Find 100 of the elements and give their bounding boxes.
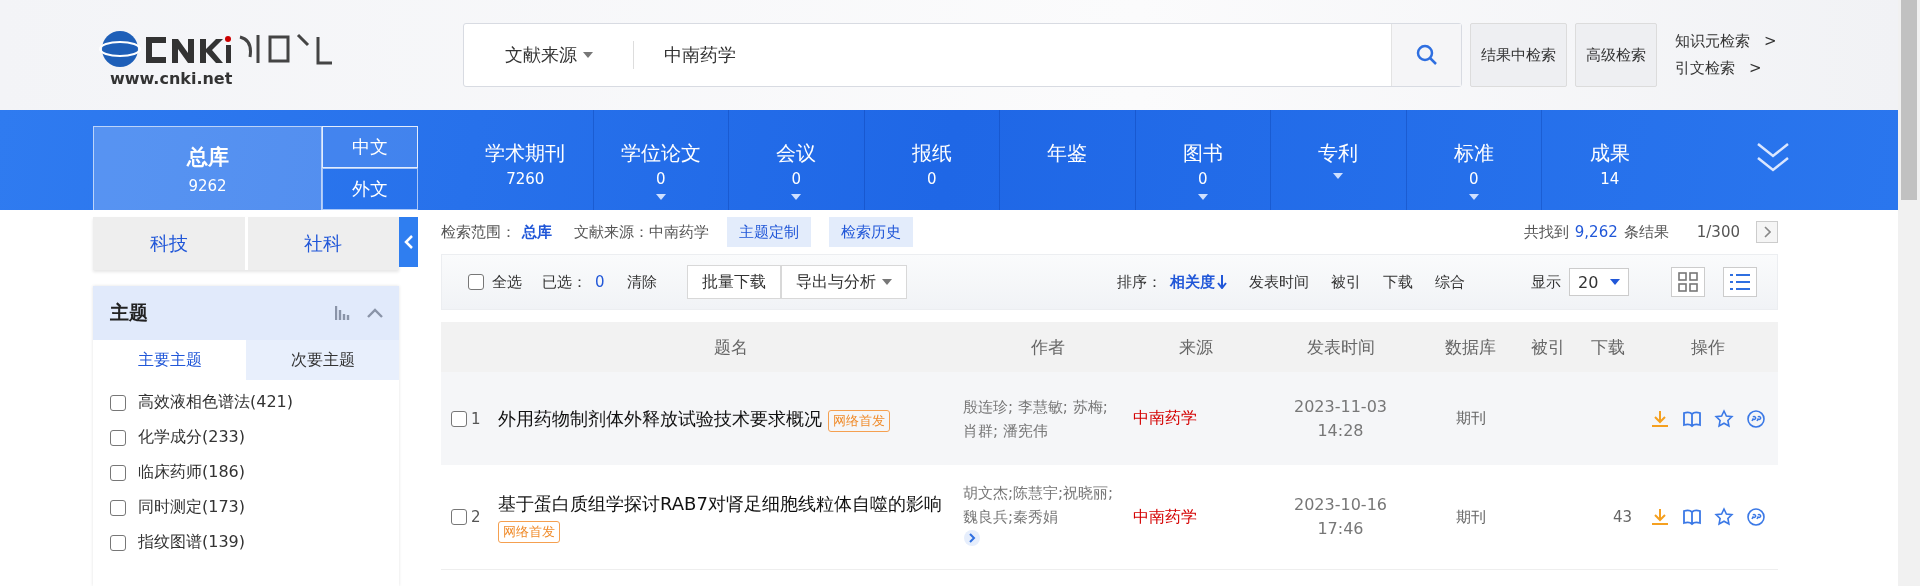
publish-date: 2023-11-03 14:28 xyxy=(1293,395,1388,442)
bar-chart-icon[interactable] xyxy=(335,306,352,320)
column-header: 操作 xyxy=(1690,335,1726,359)
filter-chip[interactable]: 主题定制 xyxy=(727,217,811,247)
selected-label: 已选： xyxy=(542,272,587,292)
view-toggle-button[interactable] xyxy=(1671,267,1705,297)
arrow-down-icon xyxy=(1217,275,1227,289)
selected-count: 0 xyxy=(595,273,605,291)
view-toggle-button[interactable] xyxy=(1723,267,1757,297)
database-tab[interactable]: 标准 0 xyxy=(1406,110,1542,210)
logo-url: www.cnki.net xyxy=(110,68,234,88)
author-list[interactable]: 殷连珍; 李慧敏; 苏梅; 肖群; 潘宪伟 xyxy=(963,394,1123,443)
caret-icon xyxy=(1333,173,1344,179)
search-field[interactable]: 文献来源 中南药学 xyxy=(463,23,1462,87)
collapse-icon[interactable] xyxy=(367,308,384,318)
download-icon[interactable] xyxy=(1650,408,1670,429)
collapse-sidebar-button[interactable] xyxy=(399,217,418,267)
star-icon[interactable] xyxy=(1714,507,1734,527)
facet-tab[interactable]: 主要主题 xyxy=(93,340,247,380)
batch-download-button[interactable]: 批量下载 xyxy=(686,265,781,299)
search-option-button[interactable]: 高级检索 xyxy=(1575,23,1657,87)
search-button[interactable] xyxy=(1391,24,1461,86)
filter-chip[interactable]: 检索历史 xyxy=(829,217,913,247)
search-option-button[interactable]: 结果中检索 xyxy=(1470,23,1567,87)
column-header: 被引 xyxy=(1530,335,1566,359)
row-checkbox[interactable] xyxy=(451,509,467,525)
facet-tab[interactable]: 次要主题 xyxy=(246,340,400,380)
next-page-button[interactable] xyxy=(1756,221,1778,243)
scrollbar[interactable] xyxy=(1898,0,1920,586)
search-link[interactable]: 知识元检索 > xyxy=(1675,32,1777,51)
database-tab[interactable]: 成果 14 xyxy=(1542,110,1678,210)
result-count-suffix: 条结果 xyxy=(1623,222,1669,242)
facet-option[interactable]: 临床药师(186) xyxy=(110,462,383,483)
search-icon xyxy=(1414,43,1439,67)
caret-icon xyxy=(655,194,666,200)
source-filter: 文献来源：中南药学 xyxy=(574,222,709,242)
display-label: 显示 xyxy=(1531,272,1561,292)
facet-title: 主题 xyxy=(110,300,149,325)
database-cell-text: 期刊 xyxy=(1454,507,1487,527)
result-count: 9,262 xyxy=(1574,223,1618,241)
row-number: 1 xyxy=(471,409,481,428)
database-tab[interactable]: 图书 0 xyxy=(1135,110,1271,210)
grid-icon xyxy=(1678,272,1698,292)
facet-option[interactable]: 同时测定(173) xyxy=(110,497,383,518)
source-link[interactable]: 中南药学 xyxy=(1133,506,1258,528)
search-link[interactable]: 引文检索 > xyxy=(1675,59,1777,78)
facet-option[interactable]: 高效液相色谱法(421) xyxy=(110,392,383,413)
page-size-select[interactable]: 20 xyxy=(1569,268,1629,296)
book-icon[interactable] xyxy=(1682,507,1702,527)
result-count-label: 共找到 xyxy=(1523,222,1569,242)
sort-option[interactable]: 被引 xyxy=(1331,272,1361,292)
facet-option[interactable]: 指纹图谱(139) xyxy=(110,532,383,553)
database-tab[interactable]: 报纸 0 xyxy=(864,110,1000,210)
select-all-checkbox[interactable] xyxy=(468,274,484,290)
database-tab[interactable]: 学术期刊 7260 xyxy=(458,110,594,210)
discipline-tab[interactable]: 社科 xyxy=(247,217,400,270)
chevron-left-icon xyxy=(403,234,414,250)
caret-icon xyxy=(1197,194,1208,200)
sort-option[interactable]: 下载 xyxy=(1383,272,1413,292)
caret-icon xyxy=(791,194,802,200)
language-tab[interactable]: 外文 xyxy=(322,168,418,210)
chevron-right-icon xyxy=(1763,226,1771,238)
column-header: 下载 xyxy=(1590,335,1626,359)
sort-option[interactable]: 综合 xyxy=(1435,272,1465,292)
download-icon[interactable] xyxy=(1650,507,1670,527)
article-title-link[interactable]: 外用药物制剂体外释放试验技术要求概况 xyxy=(498,407,822,429)
select-all-label: 全选 xyxy=(492,272,522,292)
discipline-tab[interactable]: 科技 xyxy=(93,217,245,270)
source-link[interactable]: 中南药学 xyxy=(1133,408,1258,429)
article-title-link[interactable]: 基于蛋白质组学探讨RAB7对肾足细胞线粒体自噬的影响 xyxy=(498,493,942,514)
database-tab[interactable]: 年鉴 xyxy=(1000,110,1136,210)
list-icon xyxy=(1729,273,1751,291)
author-list[interactable]: 胡文杰;陈慧宇;祝晓丽;魏良兵;秦秀娟 xyxy=(963,480,1123,529)
database-tab[interactable]: 会议 0 xyxy=(729,110,865,210)
caret-icon xyxy=(1468,194,1479,200)
publish-date: 2023-10-16 17:46 xyxy=(1293,494,1388,540)
facet-option[interactable]: 化学成分(233) xyxy=(110,427,383,448)
online-first-tag: 网络首发 xyxy=(827,409,890,432)
download-count: 43 xyxy=(1611,508,1633,526)
language-tab[interactable]: 中文 xyxy=(322,126,418,168)
clear-link[interactable]: 清除 xyxy=(626,272,657,292)
more-authors-icon[interactable] xyxy=(963,528,981,547)
column-header: 来源 xyxy=(1177,335,1214,359)
database-tab[interactable]: 学位论文 0 xyxy=(593,110,729,210)
database-tab[interactable]: 专利 xyxy=(1271,110,1407,210)
star-icon[interactable] xyxy=(1714,408,1734,429)
sort-option[interactable]: 相关度 xyxy=(1170,272,1227,292)
export-dropdown[interactable]: 导出与分析 xyxy=(780,265,907,299)
page-indicator: 1/300 xyxy=(1696,223,1740,241)
quote-icon[interactable] xyxy=(1746,408,1766,429)
quote-icon[interactable] xyxy=(1746,507,1766,527)
sort-label: 排序： xyxy=(1117,272,1162,292)
scope-dropdown[interactable]: 文献来源 xyxy=(464,41,634,69)
row-checkbox[interactable] xyxy=(451,410,467,427)
caret-icon xyxy=(582,52,593,58)
book-icon[interactable] xyxy=(1682,408,1702,429)
column-header: 作者 xyxy=(1030,335,1066,359)
column-header: 发表时间 xyxy=(1305,335,1376,359)
row-number: 2 xyxy=(471,508,481,526)
sort-option[interactable]: 发表时间 xyxy=(1249,272,1309,292)
